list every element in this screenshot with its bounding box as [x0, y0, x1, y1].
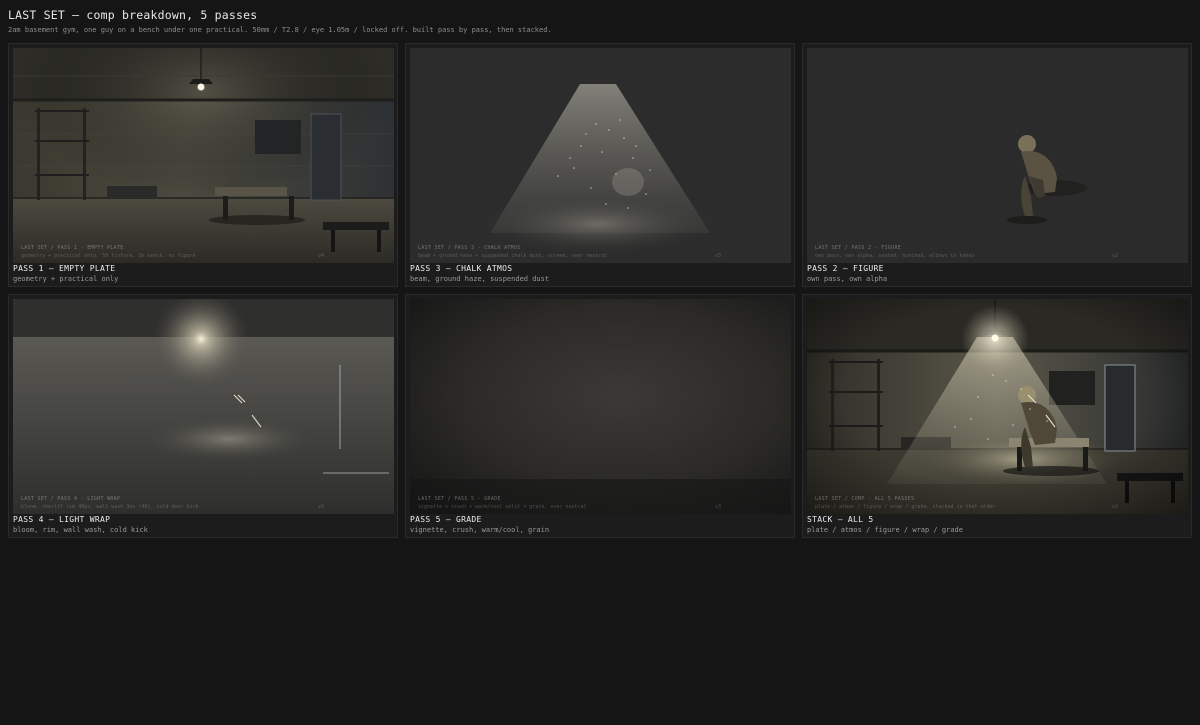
stack-render — [807, 299, 1188, 514]
card-subtitle: plate / atmos / figure / wrap / grade — [807, 526, 963, 534]
card-subtitle: own pass, own alpha — [807, 275, 888, 283]
slate-chalk-atmos: LAST SET / PASS 3 - CHALK ATMOS beam + g… — [418, 245, 783, 259]
slate-description: vignette + crush + warm/cool split + gra… — [418, 504, 587, 510]
pass-card-empty-plate[interactable]: LAST SET / PASS 1 - EMPTY PLATE geometry… — [8, 43, 398, 287]
slate-description: own pass, own alpha, seated, hunched, el… — [815, 253, 975, 259]
slate-version: v2 — [1111, 253, 1118, 259]
pass-card-grade[interactable]: LAST SET / PASS 5 - GRADE vignette + cru… — [405, 294, 795, 538]
render-frame-figure: LAST SET / PASS 2 - FIGURE own pass, own… — [807, 48, 1188, 263]
card-title: STACK — ALL 5 — [807, 515, 874, 524]
slate-version: v4 — [317, 253, 324, 259]
render-frame-chalk-atmos: LAST SET / PASS 3 - CHALK ATMOS beam + g… — [410, 48, 791, 263]
slate-title: LAST SET / COMP - ALL 5 PASSES — [815, 496, 915, 502]
render-frame-empty-plate: LAST SET / PASS 1 - EMPTY PLATE geometry… — [13, 48, 394, 263]
card-subtitle: beam, ground haze, suspended dust — [410, 275, 550, 283]
render-frame-stack: LAST SET / COMP - ALL 5 PASSES plate / a… — [807, 299, 1188, 514]
slate-title: LAST SET / PASS 2 - FIGURE — [815, 245, 902, 251]
slate-grade: LAST SET / PASS 5 - GRADE vignette + cru… — [418, 496, 783, 510]
slate-empty-plate: LAST SET / PASS 1 - EMPTY PLATE geometry… — [21, 245, 386, 259]
slate-title: LAST SET / PASS 1 - EMPTY PLATE — [21, 245, 124, 251]
page-subtitle: 2am basement gym, one guy on a bench und… — [8, 26, 552, 34]
render-frame-grade: LAST SET / PASS 5 - GRADE vignette + cru… — [410, 299, 791, 514]
slate-light-wrap: LAST SET / PASS 4 - LIGHT WRAP bloom, sh… — [21, 496, 386, 510]
card-subtitle: bloom, rim, wall wash, cold kick — [13, 526, 148, 534]
grade-render — [410, 299, 791, 514]
page-header: LAST SET — comp breakdown, 5 passes 2am … — [8, 8, 552, 34]
pass-card-figure[interactable]: LAST SET / PASS 2 - FIGURE own pass, own… — [802, 43, 1192, 287]
pass-card-stack[interactable]: LAST SET / COMP - ALL 5 PASSES plate / a… — [802, 294, 1192, 538]
slate-description: plate / atmos / figure / wrap / grade, s… — [815, 504, 996, 510]
card-title: PASS 3 — CHALK ATMOS — [410, 264, 513, 273]
slate-version: v3 — [1111, 504, 1118, 510]
chalk-atmos-render — [410, 48, 791, 263]
slate-title: LAST SET / PASS 4 - LIGHT WRAP — [21, 496, 121, 502]
card-title: PASS 1 — EMPTY PLATE — [13, 264, 116, 273]
empty-plate-render — [13, 48, 394, 263]
slate-figure: LAST SET / PASS 2 - FIGURE own pass, own… — [815, 245, 1180, 259]
card-subtitle: geometry + practical only — [13, 275, 119, 283]
pass-grid: LAST SET / PASS 1 - EMPTY PLATE geometry… — [8, 43, 1192, 538]
card-title: PASS 4 — LIGHT WRAP — [13, 515, 111, 524]
slate-description: beam + ground haze + suspended chalk dus… — [418, 253, 608, 259]
light-wrap-render — [13, 299, 394, 514]
slate-description: bloom, sheriff rim 40px, wall wash 3ev (… — [21, 504, 199, 510]
slate-title: LAST SET / PASS 3 - CHALK ATMOS — [418, 245, 521, 251]
render-frame-light-wrap: LAST SET / PASS 4 - LIGHT WRAP bloom, sh… — [13, 299, 394, 514]
slate-stack: LAST SET / COMP - ALL 5 PASSES plate / a… — [815, 496, 1180, 510]
slate-version: v2 — [317, 504, 324, 510]
figure-render — [807, 48, 1188, 263]
pass-card-chalk-atmos[interactable]: LAST SET / PASS 3 - CHALK ATMOS beam + g… — [405, 43, 795, 287]
card-title: PASS 5 — GRADE — [410, 515, 482, 524]
card-title: PASS 2 — FIGURE — [807, 264, 884, 273]
pass-card-light-wrap[interactable]: LAST SET / PASS 4 - LIGHT WRAP bloom, sh… — [8, 294, 398, 538]
slate-version: v3 — [714, 504, 721, 510]
card-subtitle: vignette, crush, warm/cool, grain — [410, 526, 550, 534]
page-title: LAST SET — comp breakdown, 5 passes — [8, 8, 258, 22]
slate-description: geometry + practical only, 50 fixture, 2… — [21, 253, 196, 259]
slate-title: LAST SET / PASS 5 - GRADE — [418, 496, 501, 502]
slate-version: v3 — [714, 253, 721, 259]
